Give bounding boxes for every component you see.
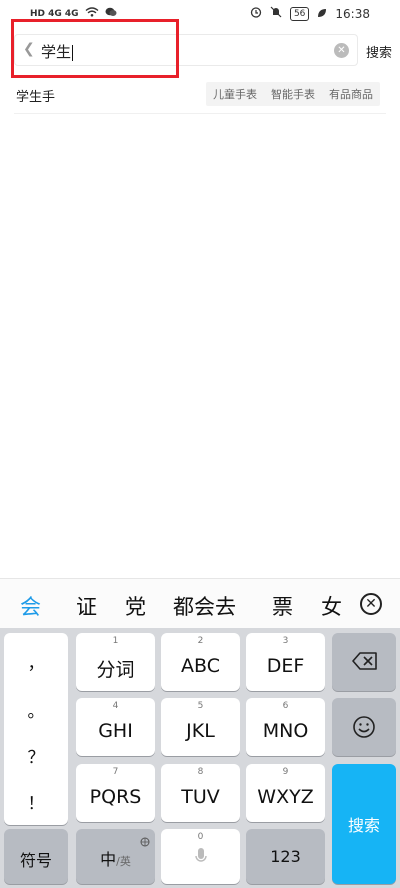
key-label: JKL <box>186 720 215 742</box>
candidate-bar: 会 证 党 都会去 票 女 ✕ <box>0 578 400 628</box>
key-5[interactable]: 5 JKL <box>161 698 240 756</box>
key-number: 9 <box>282 767 289 777</box>
smiley-icon <box>352 715 376 743</box>
key-number: 5 <box>197 701 204 711</box>
suggestion-tag[interactable]: 儿童手表 <box>206 82 264 106</box>
suggestion-text[interactable]: 学生手 <box>16 86 55 105</box>
leaf-icon <box>317 7 327 21</box>
key-label: MNO <box>262 720 309 742</box>
punctuation-key[interactable]: ？ <box>4 743 68 768</box>
key-label: 123 <box>270 847 301 866</box>
status-time: 16:38 <box>335 6 370 21</box>
punctuation-key[interactable]: 。 <box>4 697 68 722</box>
key-label: DEF <box>266 655 305 677</box>
key-6[interactable]: 6 MNO <box>246 698 325 756</box>
numbers-key[interactable]: 123 <box>246 829 325 884</box>
candidate-word[interactable]: 女 <box>321 591 342 621</box>
status-signal-text: HD 4G 4G <box>30 8 79 19</box>
key-number: 8 <box>197 767 204 777</box>
candidate-word[interactable]: 票 <box>272 591 293 621</box>
search-button[interactable]: 搜索 <box>366 42 392 61</box>
key-number: 1 <box>112 636 119 646</box>
suggestion-row[interactable]: 学生手 儿童手表 智能手表 有品商品 <box>14 80 386 114</box>
key-4[interactable]: 4 GHI <box>76 698 155 756</box>
key-label: ABC <box>181 655 220 677</box>
key-1[interactable]: 1 分词 <box>76 633 155 691</box>
key-7[interactable]: 7 PQRS <box>76 764 155 822</box>
key-label: TUV <box>181 786 220 808</box>
key-number: 0 <box>197 832 204 842</box>
key-8[interactable]: 8 TUV <box>161 764 240 822</box>
suggestion-tags: 儿童手表 智能手表 有品商品 <box>206 82 380 106</box>
microphone-icon <box>194 847 208 871</box>
candidate-word[interactable]: 证 <box>76 591 97 621</box>
key-label-main: 中 <box>100 850 117 869</box>
backspace-icon <box>352 652 378 674</box>
mute-icon <box>270 6 282 21</box>
symbols-key[interactable]: 符号 <box>4 829 68 884</box>
emoji-key[interactable] <box>332 698 396 756</box>
suggestion-tag[interactable]: 智能手表 <box>264 82 322 106</box>
key-label: PQRS <box>89 786 142 808</box>
punctuation-key[interactable]: ， <box>4 649 68 674</box>
clear-icon[interactable]: ✕ <box>334 43 349 58</box>
search-enter-key[interactable]: 搜索 <box>332 764 396 884</box>
key-label: WXYZ <box>257 786 314 808</box>
key-9[interactable]: 9 WXYZ <box>246 764 325 822</box>
backspace-key[interactable] <box>332 633 396 691</box>
key-label: 符号 <box>19 851 52 870</box>
suggestion-tag[interactable]: 有品商品 <box>322 82 380 106</box>
key-number: 3 <box>282 636 289 646</box>
alarm-icon <box>250 6 262 21</box>
key-number: 6 <box>282 701 289 711</box>
punctuation-column[interactable]: ， 。 ？ ！ <box>4 633 68 825</box>
key-label: 分词 <box>96 659 135 681</box>
key-label-sub: /英 <box>116 855 131 868</box>
space-key[interactable]: 0 <box>161 829 240 884</box>
key-2[interactable]: 2 ABC <box>161 633 240 691</box>
punctuation-key[interactable]: ！ <box>4 789 68 814</box>
key-3[interactable]: 3 DEF <box>246 633 325 691</box>
key-number: 7 <box>112 767 119 777</box>
close-candidates-icon[interactable]: ✕ <box>360 593 382 615</box>
key-label: 搜索 <box>347 816 380 835</box>
key-number: 4 <box>112 701 119 711</box>
highlight-annotation-box <box>11 19 179 78</box>
status-right: 56 16:38 <box>250 6 370 21</box>
candidate-word[interactable]: 会 <box>20 591 41 621</box>
candidate-word[interactable]: 都会去 <box>173 591 236 621</box>
candidate-word[interactable]: 党 <box>125 591 146 621</box>
battery-level: 56 <box>289 6 310 21</box>
key-number: 2 <box>197 636 204 646</box>
keyboard: ， 。 ？ ！ 1 分词 2 ABC 3 DEF 4 GHI 5 JKL 6 M… <box>0 628 400 888</box>
key-label: GHI <box>98 720 133 742</box>
language-switch-key[interactable]: 中/英 <box>76 829 155 884</box>
